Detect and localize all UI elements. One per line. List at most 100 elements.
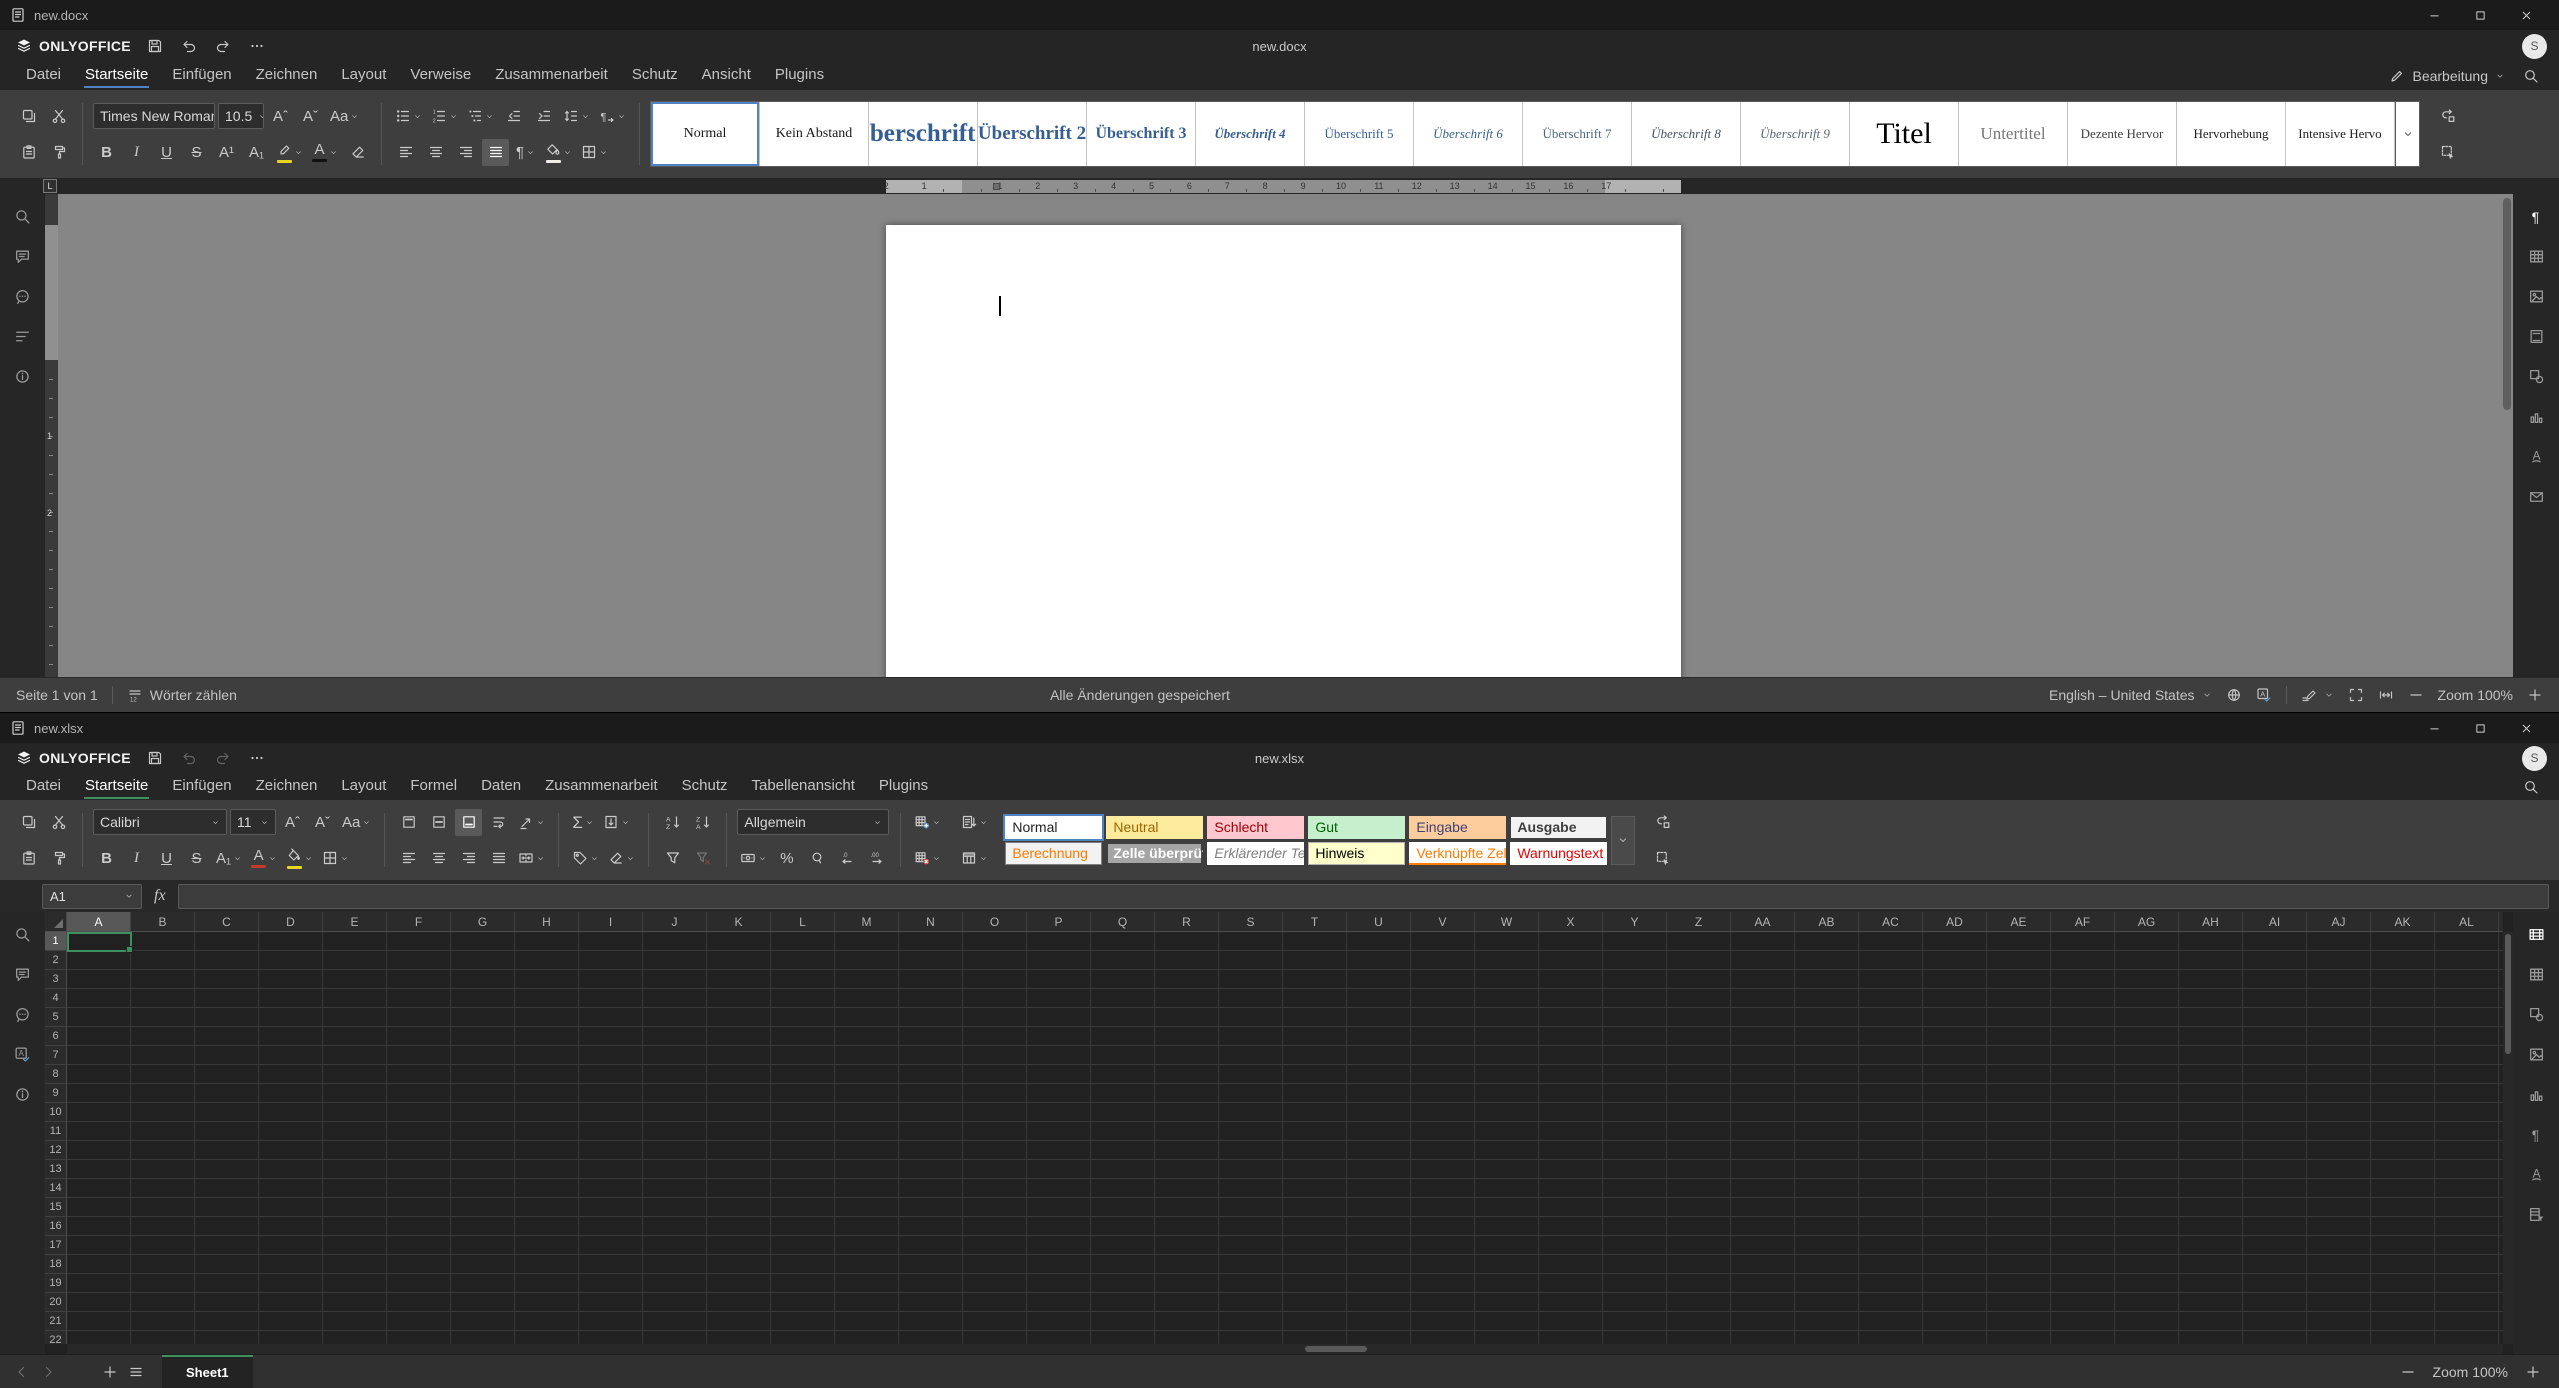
strikethrough-button[interactable]: S [183, 845, 210, 872]
style-überschrift-4[interactable]: Überschrift 4 [1196, 102, 1305, 166]
row-header-9[interactable]: 9 [45, 1084, 66, 1103]
chart-settings-icon[interactable] [2528, 1086, 2545, 1103]
sum-button[interactable]: Σ [569, 809, 597, 836]
cell-style-normal[interactable]: Normal [1005, 816, 1102, 839]
sheet-tab[interactable]: Sheet1 [162, 1355, 253, 1388]
style-kein-abstand[interactable]: Kein Abstand [760, 102, 869, 166]
cell-style-hinweis[interactable]: Hinweis [1308, 842, 1405, 865]
sheet-list-button[interactable] [128, 1364, 144, 1380]
filter-button[interactable] [659, 845, 686, 872]
image-settings-icon[interactable] [2528, 288, 2545, 305]
row-header-11[interactable]: 11 [45, 1122, 66, 1141]
column-header-E[interactable]: E [323, 912, 387, 931]
marks-button[interactable]: ¶ [596, 103, 629, 130]
decrement-font-button[interactable]: Aˇ [309, 809, 336, 836]
chat-icon[interactable] [14, 1006, 31, 1023]
row-header-3[interactable]: 3 [45, 970, 66, 989]
column-header-L[interactable]: L [771, 912, 835, 931]
align-center-button[interactable] [425, 845, 452, 872]
next-sheet-button[interactable] [40, 1364, 56, 1380]
row-header-19[interactable]: 19 [45, 1274, 66, 1293]
slicer-settings-icon[interactable] [2528, 1206, 2545, 1223]
word-count-button[interactable]: 12 Wörter zählen [127, 687, 237, 703]
close-button[interactable] [2503, 713, 2549, 743]
docx-vertical-scrollbar[interactable] [2503, 196, 2511, 675]
italic-button[interactable]: I [123, 845, 150, 872]
nonprinting-chars-button[interactable]: ¶ [512, 139, 539, 166]
merge-button[interactable] [515, 845, 548, 872]
style-überschrift-3[interactable]: Überschrift 3 [1087, 102, 1196, 166]
tab-datei[interactable]: Datei [14, 63, 73, 89]
italic-button[interactable]: I [123, 139, 150, 166]
superscript-button[interactable]: A¹ [213, 139, 240, 166]
row-header-7[interactable]: 7 [45, 1046, 66, 1065]
column-header-Y[interactable]: Y [1603, 912, 1667, 931]
cell-style-zelle-überprüfe[interactable]: Zelle überprüfe [1106, 842, 1203, 865]
style-überschrift-1[interactable]: Überschrift 1 [869, 102, 978, 166]
spellcheck-icon[interactable]: A [2256, 687, 2272, 703]
paragraph-settings-icon[interactable]: ¶ [2528, 208, 2545, 225]
borders-button[interactable] [319, 845, 352, 872]
more-actions-button[interactable] [249, 38, 265, 54]
align-justify-button[interactable] [482, 139, 509, 166]
search-icon[interactable] [2523, 68, 2539, 84]
valign-top-button[interactable] [395, 809, 422, 836]
fill-down-button[interactable] [600, 809, 633, 836]
column-header-AF[interactable]: AF [2051, 912, 2115, 931]
column-header-AH[interactable]: AH [2179, 912, 2243, 931]
change-case-button[interactable]: Aa [327, 103, 362, 130]
column-header-S[interactable]: S [1219, 912, 1283, 931]
column-header-Q[interactable]: Q [1091, 912, 1155, 931]
cell-style-berechnung[interactable]: Berechnung [1005, 842, 1102, 865]
select-all-corner[interactable] [45, 912, 67, 932]
prev-sheet-button[interactable] [14, 1364, 30, 1380]
align-right-button[interactable] [455, 845, 482, 872]
mail-merge-icon[interactable] [2528, 488, 2545, 505]
align-justify-button[interactable] [485, 845, 512, 872]
image-settings-icon[interactable] [2528, 1046, 2545, 1063]
cell-styles-gallery-expand[interactable] [1611, 816, 1635, 865]
cell-style-verknüpfte-zelle[interactable]: Verknüpfte Zelle [1409, 842, 1506, 865]
delete-cells-button[interactable] [911, 845, 944, 872]
underline-button[interactable]: U [153, 845, 180, 872]
font-size-combo[interactable]: 11 [230, 809, 276, 835]
column-header-AJ[interactable]: AJ [2307, 912, 2371, 931]
save-button[interactable] [147, 750, 163, 766]
textart-settings-icon[interactable]: A [2528, 448, 2545, 465]
column-header-G[interactable]: G [451, 912, 515, 931]
cell-style-eingabe[interactable]: Eingabe [1409, 816, 1506, 839]
zoom-in-button[interactable] [2525, 1364, 2541, 1380]
column-header-AL[interactable]: AL [2435, 912, 2499, 931]
font-color-button[interactable]: A [309, 139, 341, 166]
row-header-8[interactable]: 8 [45, 1065, 66, 1084]
style-titel[interactable]: Titel [1850, 102, 1959, 166]
comma-style-button[interactable] [803, 845, 830, 872]
row-header-17[interactable]: 17 [45, 1236, 66, 1255]
cut-button[interactable] [45, 103, 72, 130]
style-intensive-hervo[interactable]: Intensive Hervo [2286, 102, 2395, 166]
column-header-N[interactable]: N [899, 912, 963, 931]
name-box[interactable]: A1 [42, 884, 142, 909]
tab-daten[interactable]: Daten [469, 774, 533, 800]
table-settings-icon[interactable] [2528, 248, 2545, 265]
column-header-K[interactable]: K [707, 912, 771, 931]
shading-button[interactable] [542, 139, 575, 166]
column-header-D[interactable]: D [259, 912, 323, 931]
clear-filter-button[interactable] [689, 845, 716, 872]
tab-zeichnen[interactable]: Zeichnen [244, 774, 330, 800]
tab-zusammenarbeit[interactable]: Zusammenarbeit [533, 774, 670, 800]
cut-button[interactable] [45, 809, 72, 836]
strikethrough-button[interactable]: S [183, 139, 210, 166]
row-headers[interactable]: 123456789101112131415161718192021222324 [45, 932, 67, 1344]
minimize-button[interactable] [2411, 713, 2457, 743]
tab-zeichnen[interactable]: Zeichnen [244, 63, 330, 89]
shape-settings-icon[interactable] [2528, 368, 2545, 385]
decrement-font-button[interactable]: Aˇ [297, 103, 324, 130]
chat-icon[interactable] [14, 288, 31, 305]
tab-tabellenansicht[interactable]: Tabellenansicht [740, 774, 867, 800]
column-header-AD[interactable]: AD [1923, 912, 1987, 931]
row-header-14[interactable]: 14 [45, 1179, 66, 1198]
increase-indent-button[interactable] [530, 103, 557, 130]
tab-schutz[interactable]: Schutz [670, 774, 740, 800]
cell-settings-icon[interactable] [2528, 926, 2545, 943]
